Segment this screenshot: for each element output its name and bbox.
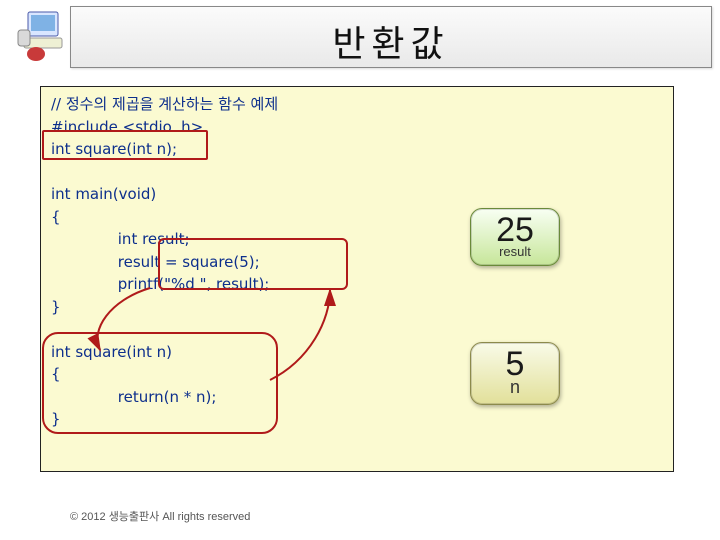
label-n: n [471,377,559,398]
value-box-result: 25 result [470,208,560,266]
code-return: return(n * n); [118,388,217,406]
title-bar: 반환값 [70,6,712,68]
page-title: 반환값 [71,7,711,67]
label-result: result [471,244,559,259]
computer-logo-icon [14,6,68,62]
code-func-open: { [51,365,61,383]
value-box-n: 5 n [470,342,560,405]
code-comment: // 정수의 제곱을 계산하는 함수 예제 [51,95,278,113]
code-panel: // 정수의 제곱을 계산하는 함수 예제 #include <stdio. h… [40,86,674,472]
code-func-close: } [51,410,61,428]
value-5: 5 [471,347,559,381]
code-main-sig: int main(void) [51,185,156,203]
code-printf: printf("%d ", result); [118,275,270,293]
value-25: 25 [471,213,559,247]
code-assign: result = square(5); [118,253,260,271]
code-decl: int result; [118,230,190,248]
code-brace-close: } [51,298,61,316]
code-include: #include <stdio. h> [51,118,203,136]
footer-copyright: © 2012 생능출판사 All rights reserved [70,508,250,524]
code-brace-open: { [51,208,61,226]
code-prototype: int square(int n); [51,140,177,158]
code-func-sig: int square(int n) [51,343,172,361]
code-listing: // 정수의 제곱을 계산하는 함수 예제 #include <stdio. h… [41,87,673,437]
